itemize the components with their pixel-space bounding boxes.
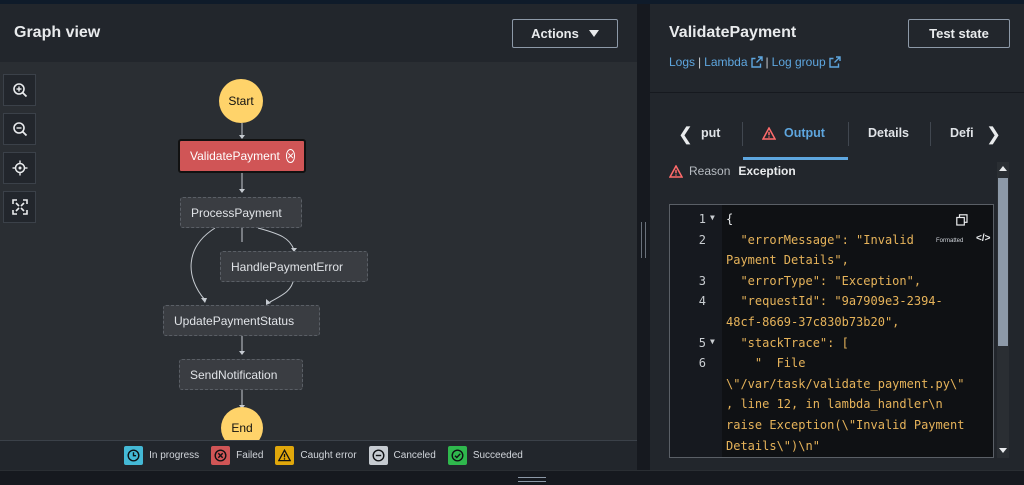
tab-input[interactable]: put — [701, 126, 720, 140]
chevron-left-icon[interactable]: ❮ — [678, 124, 693, 145]
code-line: , line 12, in lambda_handler\n — [726, 397, 943, 412]
code-line: \"/var/task/validate_payment.py\" — [726, 376, 965, 391]
canceled-icon — [368, 446, 388, 465]
tab-separator — [848, 122, 849, 146]
reason-value: Exception — [738, 164, 796, 178]
reason-row: Reason Exception — [669, 164, 796, 178]
handle-payment-error-label: HandlePaymentError — [231, 259, 344, 274]
test-state-button[interactable]: Test state — [908, 19, 1010, 48]
validate-payment-node[interactable]: ValidatePayment ✕ — [178, 139, 306, 173]
header-divider — [650, 92, 1024, 93]
code-format-icon[interactable]: </> — [976, 233, 990, 244]
graph-canvas[interactable]: Start ValidatePayment ✕ ProcessPayment H… — [0, 62, 637, 449]
failed-x-icon: ✕ — [285, 149, 296, 163]
send-notification-label: SendNotification — [190, 367, 278, 382]
resize-grip-icon — [518, 477, 546, 482]
fold-toggle-icon[interactable]: ▼ — [710, 337, 715, 346]
start-node[interactable]: Start — [219, 79, 263, 123]
actions-button[interactable]: Actions — [512, 19, 618, 48]
graph-header: Graph view Actions — [0, 4, 637, 62]
tab-definition[interactable]: Defi — [950, 126, 974, 140]
code-line: 48cf-8669-37c830b73b20", — [726, 315, 900, 329]
tab-details[interactable]: Details — [868, 126, 909, 140]
line-number: 4 — [698, 294, 706, 309]
formatted-label: Formatted — [936, 238, 964, 244]
legend-in-progress: In progress — [124, 446, 199, 465]
chevron-right-icon[interactable]: ❯ — [986, 124, 1001, 145]
graph-panel: Graph view Actions Start ValidatePayment… — [0, 4, 637, 470]
legend-failed-label: Failed — [236, 450, 264, 461]
warning-icon — [669, 164, 683, 178]
copy-icon[interactable] — [956, 214, 968, 226]
code-line: { — [726, 212, 734, 226]
panel-resizer[interactable] — [637, 4, 650, 470]
start-label: Start — [228, 94, 254, 108]
link-separator: | — [698, 55, 702, 69]
code-line: raise Exception(\"Invalid Payment — [726, 418, 965, 432]
details-panel: ValidatePayment Test state Logs | Lambda… — [650, 4, 1024, 470]
logs-link[interactable]: Logs — [669, 55, 695, 69]
line-number: 6 — [698, 356, 706, 371]
warning-icon — [275, 446, 295, 465]
tab-separator — [742, 122, 743, 146]
tab-output-label: Output — [784, 126, 825, 140]
actions-label: Actions — [531, 26, 579, 41]
bottom-resizer[interactable] — [0, 470, 1024, 485]
log-group-link[interactable]: Log group — [772, 55, 826, 69]
process-payment-node[interactable]: ProcessPayment — [180, 197, 302, 228]
graph-legend: In progress Failed Caught error Canceled… — [0, 440, 637, 470]
legend-canceled: Canceled — [368, 446, 436, 465]
validate-payment-label: ValidatePayment — [190, 149, 280, 163]
warning-icon — [762, 126, 776, 140]
handle-payment-error-node[interactable]: HandlePaymentError — [220, 251, 368, 282]
reason-label: Reason — [689, 164, 731, 178]
code-line: " File — [726, 356, 806, 371]
legend-caught-error-label: Caught error — [300, 450, 357, 461]
code-line: "stackTrace": [ — [726, 335, 849, 350]
process-payment-label: ProcessPayment — [191, 205, 282, 220]
legend-succeeded: Succeeded — [447, 446, 523, 465]
update-payment-status-label: UpdatePaymentStatus — [174, 313, 295, 328]
legend-failed: Failed — [211, 446, 263, 465]
scroll-down-icon[interactable] — [999, 448, 1007, 453]
failed-icon — [211, 446, 231, 465]
fold-toggle-icon[interactable]: ▼ — [710, 213, 715, 222]
clock-icon — [124, 446, 144, 465]
tab-separator — [930, 122, 931, 146]
code-line: "errorType": "Exception", — [726, 273, 922, 288]
line-number: 3 — [698, 273, 706, 288]
update-payment-status-node[interactable]: UpdatePaymentStatus — [163, 305, 320, 336]
legend-caught-error: Caught error — [275, 446, 357, 465]
graph-title: Graph view — [14, 24, 101, 41]
tab-output[interactable]: Output — [762, 126, 825, 140]
check-icon — [447, 446, 467, 465]
scrollbar-thumb[interactable] — [998, 178, 1008, 346]
legend-canceled-label: Canceled — [393, 450, 436, 461]
code-line: Details\")\n" — [726, 438, 820, 453]
code-line: "requestId": "9a7909e3-2394- — [726, 294, 943, 309]
legend-succeeded-label: Succeeded — [472, 450, 523, 461]
end-label: End — [231, 421, 253, 435]
line-number: 1 — [698, 212, 706, 226]
caret-down-icon — [588, 30, 599, 37]
active-tab-indicator — [743, 157, 848, 160]
tab-bar: ❮ put Output Details Defi ❯ — [650, 114, 1024, 160]
external-link-icon[interactable] — [829, 56, 841, 68]
legend-in-progress-label: In progress — [149, 450, 200, 461]
state-title: ValidatePayment — [669, 24, 797, 41]
external-link-icon[interactable] — [750, 56, 763, 68]
resize-grip-icon — [641, 222, 646, 258]
resource-links: Logs | Lambda | Log group — [669, 55, 841, 69]
line-number: 2 — [698, 232, 706, 247]
code-line: Payment Details", — [726, 253, 849, 268]
scroll-up-icon[interactable] — [999, 166, 1007, 171]
line-number: 5 — [698, 335, 706, 350]
lambda-link[interactable]: Lambda — [704, 55, 747, 69]
send-notification-node[interactable]: SendNotification — [179, 359, 303, 390]
link-separator: | — [765, 55, 769, 69]
code-line: "errorMessage": "Invalid — [726, 232, 914, 247]
